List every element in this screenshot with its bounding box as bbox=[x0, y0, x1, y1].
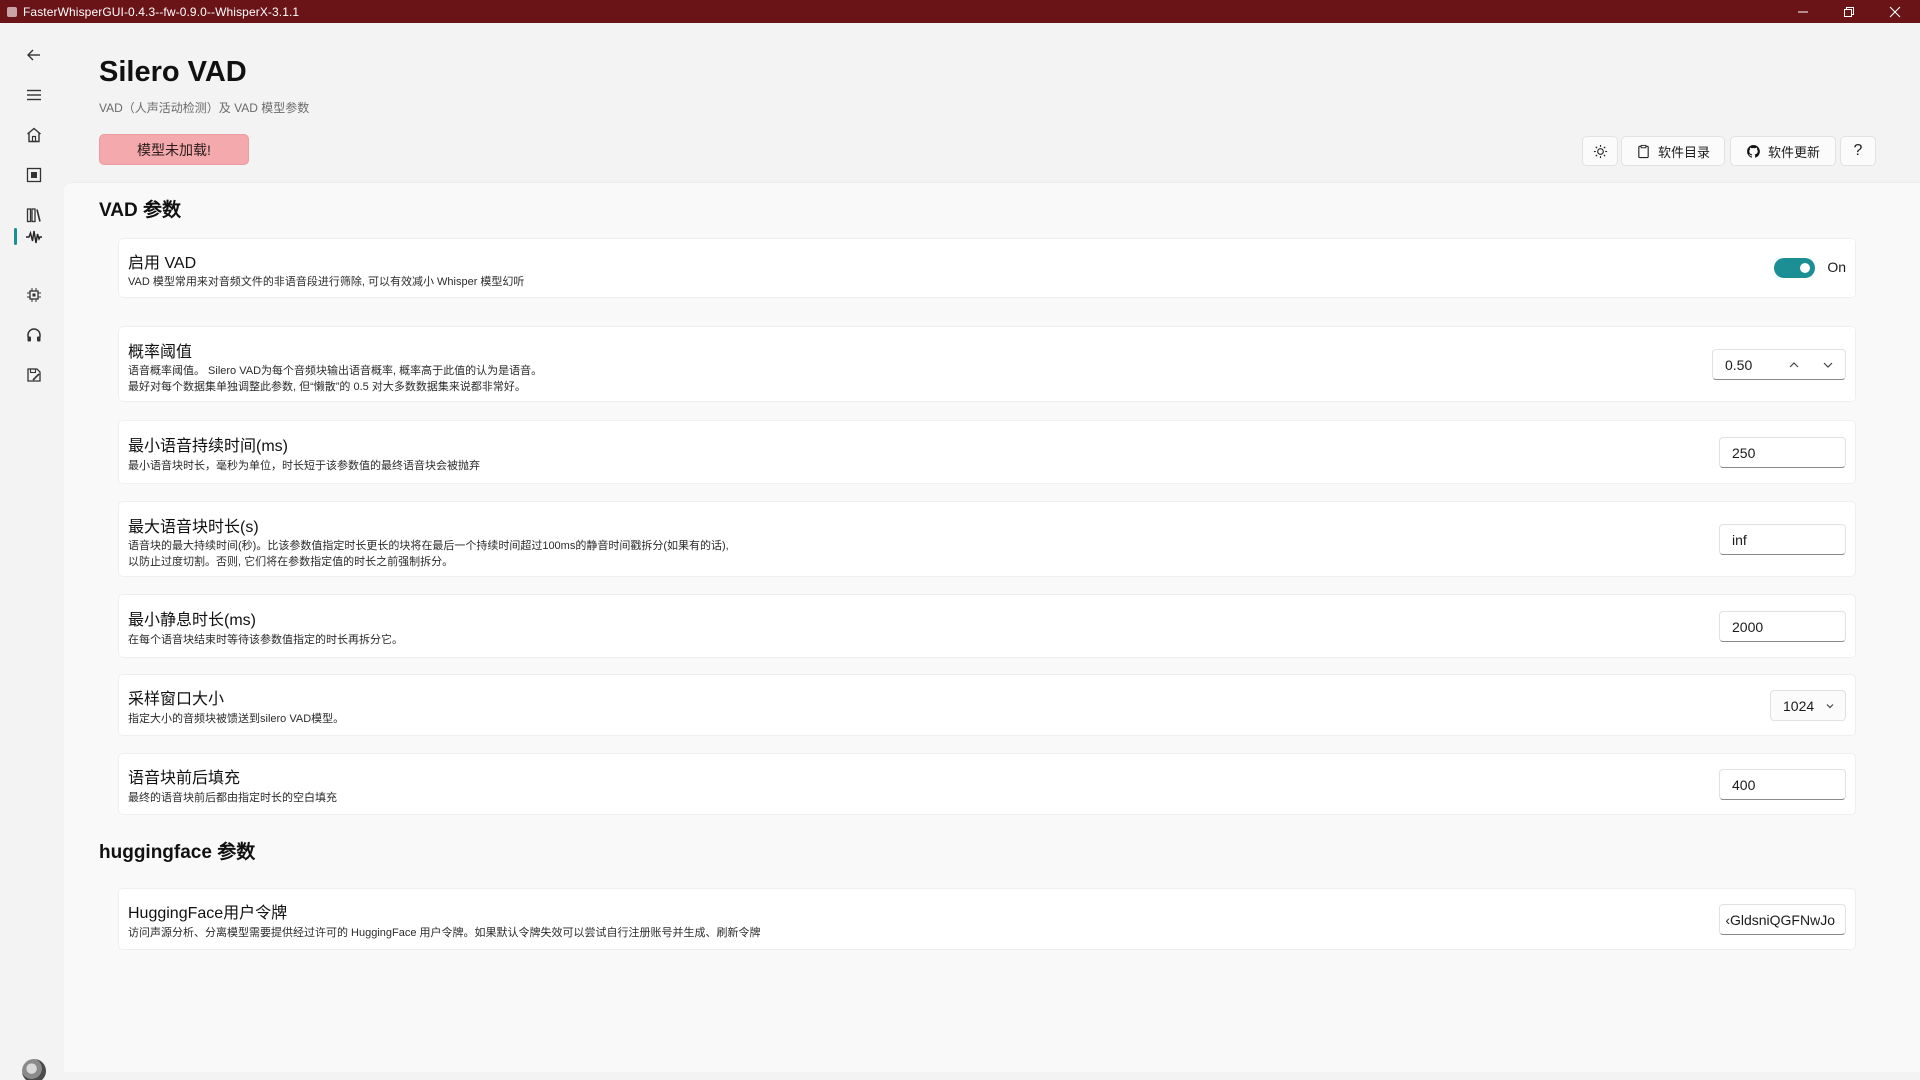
vad-section-title: VAD 参数 bbox=[99, 200, 181, 221]
page-title: Silero VAD bbox=[99, 56, 247, 88]
window-size-card: 采样窗口大小 指定大小的音频块被馈送到silero VAD模型。 1024 bbox=[118, 674, 1856, 736]
window-title: FasterWhisperGUI-0.4.3--fw-0.9.0--Whispe… bbox=[23, 4, 300, 19]
window-size-title: 采样窗口大小 bbox=[128, 691, 225, 708]
back-arrow-icon bbox=[27, 49, 40, 61]
threshold-desc-line2: 最好对每个数据集单独调整此参数, 但“懒散”的 0.5 对大多数数据集来说都非常… bbox=[128, 381, 526, 393]
nav-menu-button[interactable] bbox=[16, 77, 52, 113]
nav-vad-button[interactable] bbox=[16, 219, 52, 255]
min-speech-card: 最小语音持续时间(ms) 最小语音块时长，毫秒为单位，时长短于该参数值的最终语音… bbox=[118, 420, 1856, 484]
chip-icon bbox=[27, 288, 41, 302]
nav-model-button[interactable] bbox=[16, 157, 52, 193]
close-button[interactable] bbox=[1872, 0, 1918, 23]
threshold-title: 概率阈值 bbox=[128, 344, 193, 361]
nav-back-button[interactable] bbox=[16, 37, 52, 73]
home-icon bbox=[27, 127, 41, 143]
min-speech-desc: 最小语音块时长，毫秒为单位，时长短于该参数值的最终语音块会被抛弃 bbox=[128, 460, 480, 472]
minimize-button[interactable] bbox=[1780, 0, 1826, 23]
window-size-value: 1024 bbox=[1783, 697, 1815, 714]
chevron-down-icon bbox=[1826, 703, 1834, 708]
enable-vad-title: 启用 VAD bbox=[128, 255, 197, 272]
speech-pad-title: 语音块前后填充 bbox=[128, 770, 241, 787]
toggle-knob bbox=[1800, 263, 1810, 273]
title-bar: FasterWhisperGUI-0.4.3--fw-0.9.0--Whispe… bbox=[0, 0, 1920, 23]
close-icon bbox=[1889, 6, 1901, 17]
max-speech-card: 最大语音块时长(s) 语音块的最大持续时间(秒)。比该参数值指定时长更长的块将在… bbox=[118, 501, 1856, 577]
enable-vad-desc: VAD 模型常用来对音频文件的非语音段进行筛除, 可以有效减小 Whisper … bbox=[128, 276, 525, 288]
max-speech-desc-line1: 语音块的最大持续时间(秒)。比该参数值指定时长更长的块将在最后一个持续时间超过1… bbox=[128, 540, 729, 552]
hf-token-card: HuggingFace用户令牌 访问声源分析、分离模型需要提供经过许可的 Hug… bbox=[118, 888, 1856, 950]
threshold-value: 0.50 bbox=[1725, 356, 1753, 373]
nav-home-button[interactable] bbox=[16, 117, 52, 153]
user-avatar[interactable] bbox=[22, 1059, 46, 1080]
navigation-sidebar bbox=[0, 23, 64, 1080]
save-edit-icon bbox=[27, 368, 41, 382]
software-update-button[interactable]: 软件更新 bbox=[1730, 136, 1836, 166]
model-frame-icon bbox=[26, 167, 42, 183]
speech-pad-card: 语音块前后填充 最终的语音块前后都由指定时长的空白填充 400 bbox=[118, 753, 1856, 815]
threshold-increment-button[interactable] bbox=[1777, 350, 1811, 379]
software-directory-label: 软件目录 bbox=[1657, 144, 1710, 160]
model-status-button[interactable]: 模型未加载! bbox=[99, 134, 249, 165]
nav-processing-button[interactable] bbox=[16, 277, 52, 313]
page-subtitle: VAD（人声活动检测）及 VAD 模型参数 bbox=[99, 101, 310, 115]
speech-pad-desc: 最终的语音块前后都由指定时长的空白填充 bbox=[128, 792, 337, 804]
clipboard-icon bbox=[1638, 144, 1649, 158]
speech-pad-input[interactable]: 400 bbox=[1719, 769, 1846, 800]
app-icon bbox=[7, 6, 17, 17]
threshold-desc-line1: 语音概率阈值。 Silero VAD为每个音频块输出语音概率, 概率高于此值的认… bbox=[128, 365, 543, 377]
nav-output-button[interactable] bbox=[16, 357, 52, 393]
software-directory-button[interactable]: 软件目录 bbox=[1621, 136, 1725, 166]
hamburger-menu-icon bbox=[27, 89, 41, 101]
min-silence-card: 最小静息时长(ms) 在每个语音块结束时等待该参数值指定的时长再拆分它。 200… bbox=[118, 594, 1856, 658]
restore-button[interactable] bbox=[1826, 0, 1872, 23]
min-silence-desc: 在每个语音块结束时等待该参数值指定的时长再拆分它。 bbox=[128, 634, 403, 646]
threshold-decrement-button[interactable] bbox=[1811, 350, 1845, 379]
max-speech-title: 最大语音块时长(s) bbox=[128, 519, 259, 536]
github-icon bbox=[1747, 144, 1760, 158]
max-speech-input[interactable]: inf bbox=[1719, 524, 1846, 555]
software-update-label: 软件更新 bbox=[1767, 144, 1820, 160]
nav-audio-button[interactable] bbox=[16, 317, 52, 353]
sun-icon bbox=[1593, 144, 1607, 158]
restore-icon bbox=[1844, 6, 1854, 17]
min-speech-input[interactable]: 250 bbox=[1719, 437, 1846, 468]
threshold-card: 概率阈值 语音概率阈值。 Silero VAD为每个音频块输出语音概率, 概率高… bbox=[118, 326, 1856, 402]
enable-vad-toggle[interactable] bbox=[1774, 258, 1815, 278]
headphones-icon bbox=[27, 328, 41, 342]
enable-vad-card: 启用 VAD VAD 模型常用来对音频文件的非语音段进行筛除, 可以有效减小 W… bbox=[118, 238, 1856, 298]
max-speech-desc-line2: 以防止过度切割。否则, 它们将在参数指定值的时长之前强制拆分。 bbox=[128, 556, 454, 568]
min-silence-input[interactable]: 2000 bbox=[1719, 611, 1846, 642]
help-icon: ? bbox=[1853, 142, 1863, 159]
window-size-dropdown[interactable]: 1024 bbox=[1770, 690, 1846, 721]
hf-token-input[interactable]: ‹GldsniQGFNwJo bbox=[1719, 904, 1846, 935]
threshold-spinbox[interactable]: 0.50 bbox=[1712, 349, 1846, 380]
hf-token-desc: 访问声源分析、分离模型需要提供经过许可的 HuggingFace 用户令牌。如果… bbox=[128, 927, 761, 939]
min-speech-title: 最小语音持续时间(ms) bbox=[128, 438, 288, 455]
help-button[interactable]: ? bbox=[1840, 136, 1876, 166]
huggingface-section-title: huggingface 参数 bbox=[99, 842, 256, 863]
hf-token-title: HuggingFace用户令牌 bbox=[128, 905, 288, 922]
waveform-icon bbox=[26, 230, 42, 244]
theme-toggle-button[interactable] bbox=[1582, 136, 1618, 166]
chevron-up-icon bbox=[1789, 361, 1799, 367]
min-silence-title: 最小静息时长(ms) bbox=[128, 612, 256, 629]
minimize-icon bbox=[1798, 11, 1808, 12]
window-size-desc: 指定大小的音频块被馈送到silero VAD模型。 bbox=[128, 713, 345, 725]
enable-vad-state: On bbox=[1827, 259, 1846, 275]
chevron-down-icon bbox=[1823, 362, 1833, 368]
